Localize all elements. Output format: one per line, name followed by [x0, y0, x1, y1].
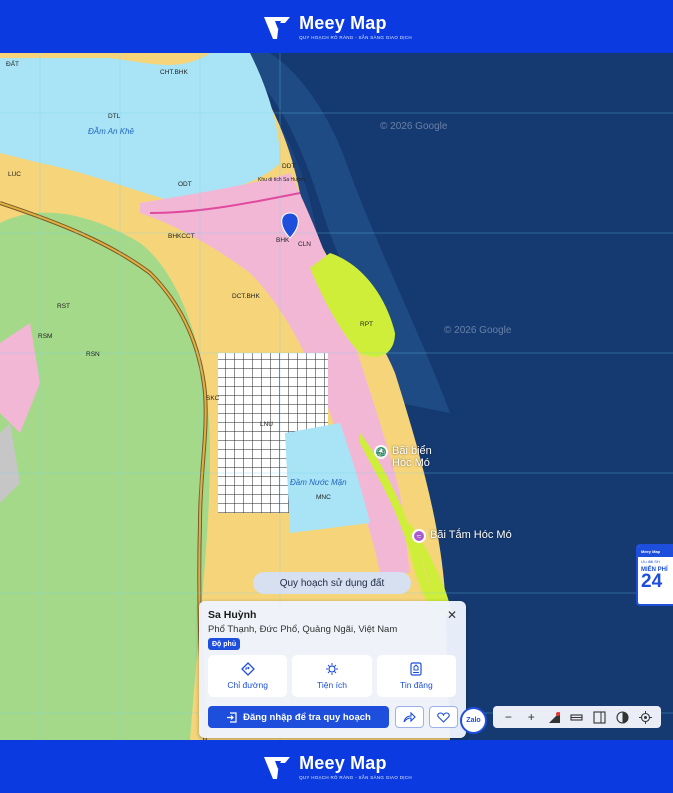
close-icon[interactable]: ✕: [447, 608, 457, 622]
map-toolbar: − +: [493, 706, 661, 728]
directions-icon: [240, 662, 255, 676]
brand-slogan: QUY HOẠCH RÕ RÀNG - SẴN SÀNG GIAO DỊCH: [299, 35, 412, 40]
zoom-in-button[interactable]: +: [523, 709, 539, 725]
map-label: Đầm Nước Mặn: [290, 478, 347, 487]
login-icon: [227, 711, 237, 723]
map-label: RSM: [38, 333, 53, 340]
poi-bai-tam-hoc-mo[interactable]: ≈ Bãi Tắm Hóc Mó: [412, 529, 512, 543]
promo-sub: Ưu đãi SH: [641, 559, 660, 564]
split-view-icon: [593, 710, 606, 724]
map-label: DCT.BHK: [232, 293, 260, 300]
directions-label: Chỉ đường: [227, 680, 268, 690]
amenities-label: Tiện ích: [317, 680, 347, 690]
heart-icon: [437, 711, 450, 723]
map-label: DDT: [282, 163, 296, 170]
promo-header: Meey Map: [638, 546, 673, 557]
meey-logo-icon: [264, 16, 291, 39]
map-label: ODT: [178, 181, 192, 188]
map-label: BHKCCT: [168, 233, 195, 240]
map-label: ĐẦm An Khê: [88, 127, 134, 136]
layers-button[interactable]: [546, 709, 562, 725]
swim-icon: ≈: [412, 529, 426, 543]
brand-name: Meey Map: [299, 13, 387, 33]
brand-name: Meey Map: [299, 753, 387, 773]
brand-logo[interactable]: Meey Map QUY HOẠCH RÕ RÀNG - SẴN SÀNG GI…: [261, 11, 412, 43]
coverage-badge[interactable]: Độ phủ: [208, 638, 241, 650]
map-label: ĐẤT: [6, 61, 19, 68]
map-label: BHK: [276, 237, 290, 244]
map-canvas[interactable]: ĐẤT CHT.BHK DTL ĐẦm An Khê LUC DDT Khu d…: [0, 53, 673, 740]
promo-number: 24: [641, 571, 663, 592]
map-label: CHT.BHK: [160, 69, 188, 76]
location-info-card: Sa Huỳnh ✕ Phổ Thạnh, Đức Phổ, Quảng Ngã…: [199, 601, 466, 738]
action-row: Chỉ đường Tiện ích Tin đăng: [208, 655, 456, 697]
amenities-button[interactable]: Tiện ích: [292, 655, 372, 697]
poi-label: Bãi Tắm Hóc Mó: [430, 529, 512, 541]
map-label: SKC: [206, 395, 220, 402]
zalo-button[interactable]: Zalo: [460, 707, 487, 734]
map-copyright: © 2026 Google: [444, 325, 512, 336]
listings-button[interactable]: Tin đăng: [376, 655, 456, 697]
map-label: Khu di tích Sa Huỳnh: [258, 177, 305, 183]
top-banner: Meey Map QUY HOẠCH RÕ RÀNG - SẴN SÀNG GI…: [0, 0, 673, 53]
location-address: Phổ Thạnh, Đức Phổ, Quảng Ngãi, Việt Nam: [208, 624, 398, 635]
zoom-out-button[interactable]: −: [500, 709, 516, 725]
login-button[interactable]: Đăng nhập để tra quy hoạch: [208, 706, 389, 728]
poi-bai-bien-hoc-mo[interactable]: ⛱ Bãi biển Hóc Mó: [374, 445, 440, 469]
meey-logo-icon: [264, 756, 291, 779]
ruler-button[interactable]: [569, 709, 585, 725]
ruler-icon: [570, 713, 584, 721]
map-label: LNU: [260, 421, 274, 428]
map-label: CLN: [298, 241, 312, 248]
zalo-label: Zalo: [466, 717, 481, 724]
amenities-icon: [325, 663, 338, 675]
layer-pill[interactable]: Quy hoạch sử dụng đất: [253, 572, 411, 594]
map-label: RST: [57, 303, 70, 310]
map-label: DTL: [108, 113, 121, 120]
map-copyright: © 2026 Google: [380, 121, 448, 132]
share-button[interactable]: [395, 706, 424, 728]
crosshair-icon: [638, 710, 652, 724]
poi-label: Bãi biển Hóc Mó: [392, 445, 432, 469]
listings-label: Tin đăng: [399, 680, 433, 690]
beach-icon: ⛱: [374, 445, 388, 459]
favorite-button[interactable]: [429, 706, 458, 728]
login-label: Đăng nhập để tra quy hoạch: [243, 711, 371, 723]
share-icon: [403, 711, 416, 722]
promo-side-banner[interactable]: Meey Map Ưu đãi SH MIỄN PHÍ 24: [636, 544, 673, 606]
map-label: LUC: [8, 171, 22, 178]
opacity-icon: [616, 710, 629, 724]
map-label: RPT: [360, 321, 373, 328]
opacity-button[interactable]: [615, 709, 631, 725]
layers-icon: [548, 711, 560, 723]
map-label: MNC: [316, 494, 331, 501]
my-location-button[interactable]: [637, 709, 653, 725]
brand-slogan: QUY HOẠCH RÕ RÀNG - SẴN SÀNG GIAO DỊCH: [299, 775, 412, 780]
listings-icon: [410, 662, 422, 676]
location-title: Sa Huỳnh: [208, 609, 257, 621]
directions-button[interactable]: Chỉ đường: [208, 655, 288, 697]
bottom-banner: Meey Map QUY HOẠCH RÕ RÀNG - SẴN SÀNG GI…: [0, 740, 673, 793]
split-view-button[interactable]: [592, 709, 608, 725]
map-label: RSN: [86, 351, 100, 358]
brand-logo[interactable]: Meey Map QUY HOẠCH RÕ RÀNG - SẴN SÀNG GI…: [261, 751, 412, 783]
